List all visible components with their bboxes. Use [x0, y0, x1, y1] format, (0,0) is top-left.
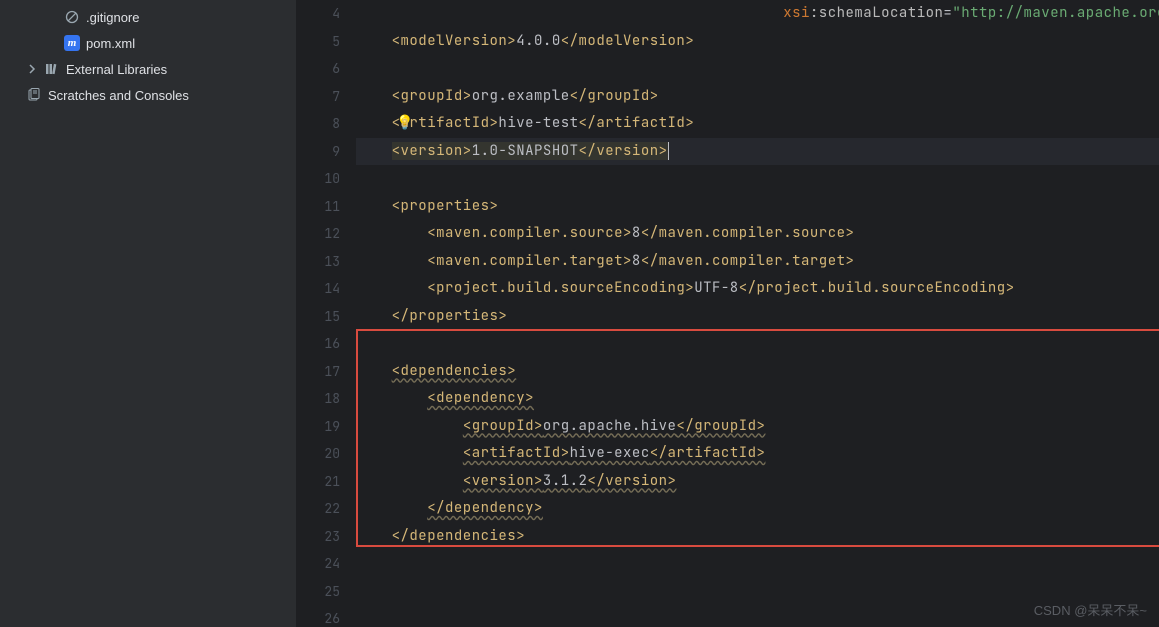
code-line[interactable]: <modelVersion>4.0.0</modelVersion>: [356, 28, 1159, 56]
line-number: 8: [296, 110, 340, 138]
line-number: 10: [296, 165, 340, 193]
project-sidebar[interactable]: .gitignore m pom.xml External Libraries Scra…: [0, 0, 296, 627]
line-number: 25: [296, 578, 340, 606]
line-number: 19: [296, 413, 340, 441]
code-line[interactable]: [356, 165, 1159, 193]
line-number: 16: [296, 330, 340, 358]
line-number: 21: [296, 468, 340, 496]
line-number: 7: [296, 83, 340, 111]
tree-item-external-libraries[interactable]: External Libraries: [0, 56, 296, 82]
tree-item-label: pom.xml: [86, 36, 135, 51]
code-line[interactable]: </dependencies>: [356, 523, 1159, 551]
chevron-right-icon[interactable]: [26, 63, 38, 75]
line-number: 12: [296, 220, 340, 248]
code-content[interactable]: xsi:schemaLocation="http://maven.apache.…: [356, 0, 1159, 627]
code-line[interactable]: <groupId>org.example</groupId>: [356, 83, 1159, 111]
code-line[interactable]: <artifactId>hive-exec</artifactId>: [356, 440, 1159, 468]
code-line[interactable]: <version>1.0-SNAPSHOT</version>: [356, 138, 1159, 166]
code-line[interactable]: <groupId>org.apache.hive</groupId>: [356, 413, 1159, 441]
code-line[interactable]: </properties>: [356, 303, 1159, 331]
line-number: 17: [296, 358, 340, 386]
code-line[interactable]: </dependency>: [356, 495, 1159, 523]
code-line[interactable]: <maven.compiler.target>8</maven.compiler…: [356, 248, 1159, 276]
line-number: 24: [296, 550, 340, 578]
line-number: 5: [296, 28, 340, 56]
scratches-icon: [26, 87, 42, 103]
line-number: 23: [296, 523, 340, 551]
tree-item-label: Scratches and Consoles: [48, 88, 189, 103]
watermark-text: CSDN @呆呆不呆~: [1034, 600, 1147, 619]
line-number: 6: [296, 55, 340, 83]
code-line[interactable]: <version>3.1.2</version>: [356, 468, 1159, 496]
tree-item-scratches-and-consoles[interactable]: Scratches and Consoles: [0, 82, 296, 108]
code-line[interactable]: <maven.compiler.source>8</maven.compiler…: [356, 220, 1159, 248]
line-number-gutter: 4567891011121314151617181920212223242526: [296, 0, 356, 627]
code-line[interactable]: xsi:schemaLocation="http://maven.apache.…: [356, 0, 1159, 28]
line-number: 15: [296, 303, 340, 331]
line-number: 9: [296, 138, 340, 166]
line-number: 4: [296, 0, 340, 28]
code-line[interactable]: <properties>: [356, 193, 1159, 221]
line-number: 14: [296, 275, 340, 303]
tree-item-pom-xml[interactable]: m pom.xml: [0, 30, 296, 56]
code-line[interactable]: [356, 550, 1159, 578]
tree-item-label: External Libraries: [66, 62, 167, 77]
line-number: 13: [296, 248, 340, 276]
code-editor[interactable]: 4567891011121314151617181920212223242526…: [296, 0, 1159, 627]
line-number: 18: [296, 385, 340, 413]
code-line[interactable]: <dependencies>: [356, 358, 1159, 386]
tree-item-label: .gitignore: [86, 10, 139, 25]
code-line[interactable]: <artifactId>hive-test</artifactId>: [356, 110, 1159, 138]
library-icon: [44, 61, 60, 77]
maven-file-icon: m: [64, 35, 80, 51]
code-line[interactable]: [356, 330, 1159, 358]
line-number: 22: [296, 495, 340, 523]
tree-item--gitignore[interactable]: .gitignore: [0, 4, 296, 30]
code-line[interactable]: <project.build.sourceEncoding>UTF-8</pro…: [356, 275, 1159, 303]
line-number: 11: [296, 193, 340, 221]
code-line[interactable]: [356, 55, 1159, 83]
gitignore-file-icon: [64, 9, 80, 25]
line-number: 20: [296, 440, 340, 468]
code-line[interactable]: <dependency>: [356, 385, 1159, 413]
line-number: 26: [296, 605, 340, 627]
